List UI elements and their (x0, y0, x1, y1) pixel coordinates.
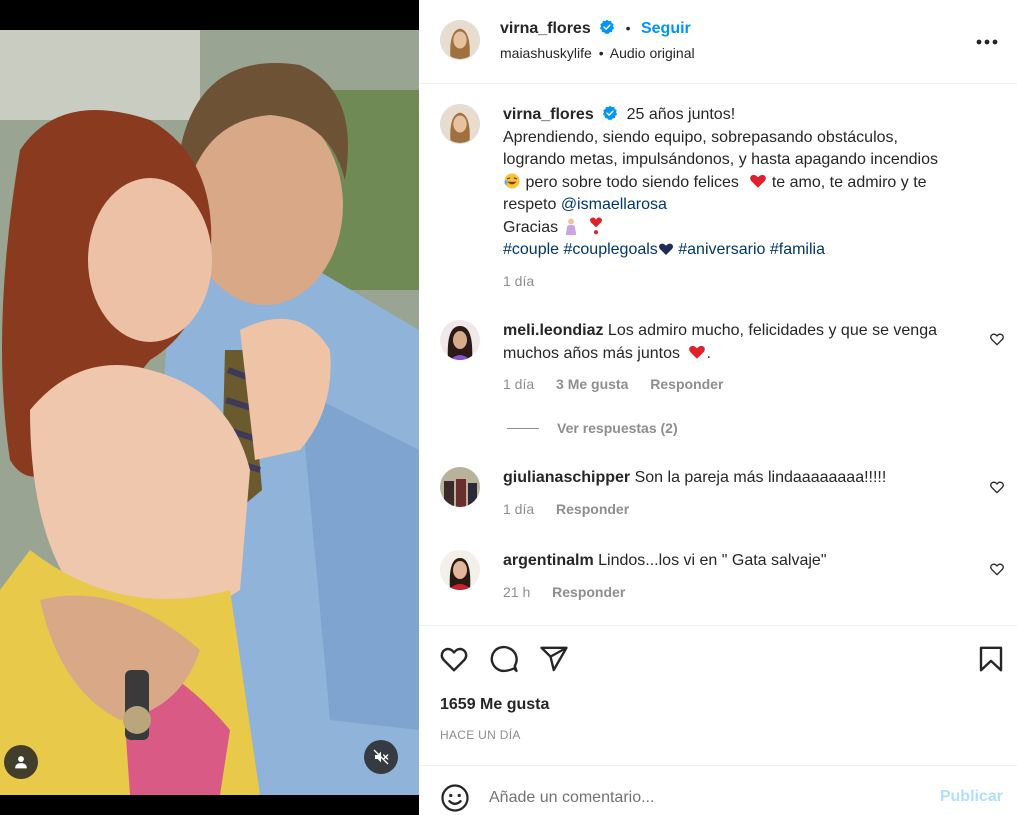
comment-meta: 1 día 3 Me gusta Responder (503, 376, 723, 392)
post-time[interactable]: HACE UN DÍA (440, 728, 521, 742)
caption-time[interactable]: 1 día (503, 270, 983, 293)
verified-badge-icon (602, 105, 618, 121)
view-replies-button[interactable]: Ver respuestas (2) (507, 420, 678, 436)
navy-heart-emoji-icon (658, 243, 673, 255)
publish-button[interactable]: Publicar (940, 788, 1003, 806)
heart-icon[interactable] (439, 644, 469, 674)
avatar-image (440, 467, 480, 507)
header-subline: maiashuskylife • Audio original (500, 45, 695, 61)
comment-like-heart-icon[interactable] (989, 331, 1005, 347)
add-comment-bar: Publicar (419, 765, 1017, 815)
comment-text-block: giulianaschipper Son la pareja más linda… (503, 467, 973, 490)
caption-line-5a: respeto (503, 196, 561, 213)
caption-author-username[interactable]: virna_flores (503, 106, 594, 123)
post-media[interactable] (0, 0, 419, 815)
more-options-button[interactable] (975, 30, 999, 54)
more-options-icon (976, 39, 998, 45)
audio-original-link[interactable]: Audio original (610, 45, 695, 61)
post-actions-bar (419, 625, 1017, 765)
user-tag-button[interactable] (4, 745, 38, 779)
mute-icon (373, 749, 389, 765)
comment-text-block: argentinalm Lindos...los vi en " Gata sa… (503, 550, 973, 573)
caption-hashtags: #couple #couplegoals #aniversario #famil… (503, 239, 983, 262)
avatar-image (441, 21, 479, 59)
bookmark-icon[interactable] (976, 644, 1006, 674)
avatar-image (440, 550, 480, 590)
hashtag-couple[interactable]: #couple (503, 241, 559, 258)
commenter-avatar[interactable] (440, 467, 480, 507)
caption-line-1: 25 años juntos! (626, 106, 736, 123)
avatar-image (440, 320, 480, 360)
post-caption: virna_flores 25 años juntos! Aprendiendo… (503, 104, 983, 292)
post-photo[interactable] (0, 30, 419, 795)
caption-line-2: Aprendiendo, siendo equipo, sobrepasando… (503, 128, 898, 146)
laughing-emoji-icon (504, 173, 520, 188)
post-panel: virna_flores • Seguir maiashuskylife • A… (419, 0, 1017, 815)
comment-like-heart-icon[interactable] (989, 561, 1005, 577)
red-heart-emoji-icon (750, 174, 767, 188)
comment-like-heart-icon[interactable] (989, 479, 1005, 495)
caption-line-4b: te amo, te admiro y te (771, 173, 927, 191)
subline-separator: • (598, 45, 604, 61)
hashtag-aniversario[interactable]: #aniversario (678, 241, 765, 258)
hashtag-couplegoals[interactable]: #couplegoals (564, 241, 658, 258)
caption-line-5: respeto @ismaellarosa (503, 194, 983, 217)
comment-meta: 1 día Responder (503, 501, 629, 517)
comment-time[interactable]: 1 día (503, 501, 534, 517)
caption-author-avatar[interactable] (440, 104, 480, 144)
follow-button[interactable]: Seguir (641, 20, 691, 37)
reply-button[interactable]: Responder (556, 501, 629, 517)
caption-mention-link[interactable]: @ismaellarosa (561, 196, 667, 213)
comment-text-tail: . (706, 344, 711, 362)
comment-likes-count[interactable]: 3 Me gusta (556, 376, 628, 392)
comment-text: Los admiro mucho, felicidades y que se v… (607, 322, 937, 339)
header-separator: • (625, 20, 631, 36)
comment-text: Son la pareja más lindaaaaaaaa!!!!! (634, 469, 887, 486)
replies-divider (507, 427, 539, 429)
comment-text-block: meli.leondiaz Los admiro mucho, felicida… (503, 320, 973, 365)
caption-line-3: logrando metas, impulsándonos, y hasta a… (503, 151, 938, 168)
reply-button[interactable]: Responder (650, 376, 723, 392)
commenter-username[interactable]: argentinalm (503, 552, 594, 569)
comment-time[interactable]: 21 h (503, 584, 530, 600)
mute-button[interactable] (364, 740, 398, 774)
header-title-row: virna_flores • Seguir (500, 19, 691, 38)
comment-text: Lindos...los vi en " Gata salvaje" (598, 552, 827, 569)
commenter-username[interactable]: giulianaschipper (503, 469, 630, 486)
avatar-image (441, 105, 479, 143)
caption-thanks: Gracias (503, 218, 563, 236)
caption-line-4a: pero sobre todo siendo felices (525, 173, 739, 191)
comment-input[interactable] (489, 786, 919, 810)
bowing-person-emoji-icon (565, 218, 576, 235)
user-tag-icon (15, 756, 27, 769)
commenter-username[interactable]: meli.leondiaz (503, 322, 603, 339)
commenter-avatar[interactable] (440, 550, 480, 590)
reply-button[interactable]: Responder (552, 584, 625, 600)
comment-icon[interactable] (489, 644, 519, 674)
author-username[interactable]: virna_flores (500, 20, 591, 37)
author-avatar[interactable] (440, 20, 480, 60)
red-heart-emoji-icon (689, 345, 706, 359)
verified-badge-icon (599, 19, 615, 35)
caption-line-4: pero sobre todo siendo felices te amo, t… (503, 172, 983, 195)
commenter-avatar[interactable] (440, 320, 480, 360)
likes-count[interactable]: 1659 Me gusta (440, 696, 549, 714)
comment-meta: 21 h Responder (503, 584, 625, 600)
caption-line-6: Gracias (503, 217, 983, 240)
heart-exclamation-emoji-icon (590, 217, 603, 234)
share-icon[interactable] (539, 644, 569, 674)
comment-time[interactable]: 1 día (503, 376, 534, 392)
hashtag-familia[interactable]: #familia (770, 241, 825, 258)
comment-text-continued: muchos años más juntos (503, 344, 680, 362)
post-header: virna_flores • Seguir maiashuskylife • A… (419, 0, 1017, 84)
couple-photo-illustration (0, 30, 419, 795)
emoji-icon[interactable] (440, 783, 470, 813)
audio-account-link[interactable]: maiashuskylife (500, 45, 592, 61)
view-replies-label: Ver respuestas (2) (557, 420, 678, 436)
